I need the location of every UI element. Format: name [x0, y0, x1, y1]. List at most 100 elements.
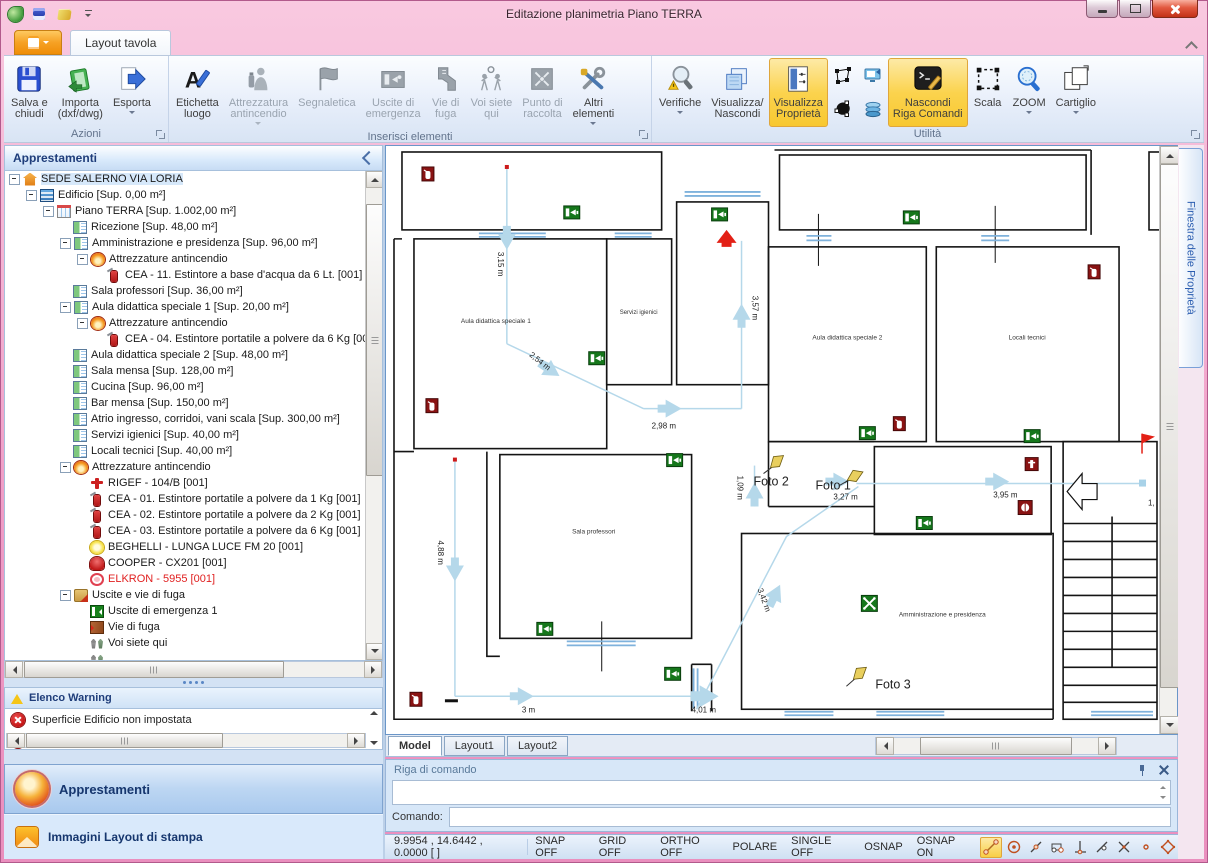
- scrollbar-thumb[interactable]: [24, 661, 284, 678]
- scrollbar-thumb[interactable]: [26, 733, 223, 748]
- scrollbar-thumb[interactable]: [1160, 164, 1179, 688]
- osnap-midpoint-icon[interactable]: [1026, 838, 1046, 857]
- osnap-perpendicular-icon[interactable]: [1070, 838, 1090, 857]
- tree-item[interactable]: Voi siete qui: [5, 635, 382, 651]
- tab-layout-tavola[interactable]: Layout tavola: [70, 30, 171, 55]
- zoom-button[interactable]: ZOOM: [1008, 58, 1051, 127]
- collapse-panel-icon[interactable]: [362, 151, 376, 165]
- osnap-point-icon[interactable]: [1136, 838, 1156, 857]
- ortho-toggle[interactable]: ORTHO OFF: [653, 839, 725, 855]
- tree-item[interactable]: Locali tecnici [Sup. 40,00 m²]: [5, 443, 382, 459]
- exit-direction-arrow[interactable]: [1067, 474, 1097, 510]
- warning-horizontal-scrollbar[interactable]: [6, 733, 366, 748]
- tree-item[interactable]: CEA - 03. Estintore portatile a polvere …: [5, 523, 382, 539]
- osnap-tangent-icon[interactable]: [1092, 838, 1112, 857]
- warning-panel-header[interactable]: Elenco Warning: [4, 687, 383, 709]
- osnap-quadrant-icon[interactable]: [1158, 838, 1178, 857]
- nav-apprestamenti-button[interactable]: Apprestamenti: [4, 764, 383, 814]
- tree-expander[interactable]: [26, 190, 37, 201]
- vie-di-fuga-button[interactable]: Vie di fuga: [426, 58, 466, 130]
- altri-elementi-button[interactable]: Altri elementi: [568, 58, 620, 130]
- tree-expander[interactable]: [60, 590, 71, 601]
- snap-toggle[interactable]: SNAP OFF: [528, 839, 591, 855]
- lasso-select-button[interactable]: [831, 97, 855, 121]
- floor-plan-svg[interactable]: Aula didattica speciale 1 Servizi igieni…: [386, 146, 1159, 734]
- tree-item[interactable]: Amministrazione e presidenza [Sup. 96,00…: [5, 235, 382, 251]
- tree-item[interactable]: Attrezzature antincendio: [5, 459, 382, 475]
- room-labels[interactable]: Aula didattica speciale 1 Servizi igieni…: [461, 310, 1046, 619]
- tree-expander[interactable]: [60, 302, 71, 313]
- canvas-vertical-scrollbar[interactable]: [1159, 146, 1177, 734]
- tree-horizontal-scrollbar[interactable]: [4, 661, 383, 678]
- hydrant-icons[interactable]: [1018, 458, 1038, 515]
- polar-toggle[interactable]: POLARE: [726, 839, 785, 855]
- nav-immagini-layout-button[interactable]: Immagini Layout di stampa: [4, 814, 383, 859]
- panel-splitter[interactable]: [4, 678, 383, 687]
- tree-item[interactable]: SEDE SALERNO VIA LORIA: [5, 171, 382, 187]
- osnap-node-icon[interactable]: [1048, 838, 1068, 857]
- tree-item[interactable]: Cucina [Sup. 96,00 m²]: [5, 379, 382, 395]
- tree-expander[interactable]: [60, 462, 71, 473]
- assembly-point-icon[interactable]: [861, 595, 877, 611]
- etichetta-luogo-button[interactable]: A Etichetta luogo: [171, 58, 224, 130]
- tree-item[interactable]: Sala mensa [Sup. 128,00 m²]: [5, 363, 382, 379]
- importa-button[interactable]: Importa (dxf/dwg): [53, 58, 108, 127]
- tree-item[interactable]: Ricezione [Sup. 48,00 m²]: [5, 219, 382, 235]
- single-toggle[interactable]: SINGLE OFF: [784, 839, 857, 855]
- salva-e-chiudi-button[interactable]: Salva e chiudi: [6, 58, 53, 127]
- pin-icon[interactable]: [1136, 764, 1148, 776]
- tree-item[interactable]: Servizi igienici [Sup. 40,00 m²]: [5, 427, 382, 443]
- tree-item[interactable]: Attrezzature antincendio: [5, 315, 382, 331]
- osnap-endpoint-icon[interactable]: [980, 837, 1002, 858]
- nascondi-riga-comandi-button[interactable]: Nascondi Riga Comandi: [888, 58, 968, 127]
- close-icon[interactable]: [1158, 764, 1169, 775]
- attrezzatura-antincendio-button[interactable]: Attrezzatura antincendio: [224, 58, 293, 130]
- red-roof-marker[interactable]: [717, 230, 737, 247]
- tree-item[interactable]: Bar mensa [Sup. 150,00 m²]: [5, 395, 382, 411]
- tree-item[interactable]: CEA - 11. Estintore a base d'acqua da 6 …: [5, 267, 382, 283]
- esporta-button[interactable]: Esporta: [108, 58, 156, 127]
- exit-sign-icons[interactable]: [537, 206, 1040, 680]
- tree-item[interactable]: COOPER - CX201 [001]: [5, 555, 382, 571]
- drawing-canvas[interactable]: Aula didattica speciale 1 Servizi igieni…: [385, 145, 1178, 735]
- command-history-box[interactable]: [392, 780, 1171, 805]
- route-start-dot[interactable]: [453, 458, 457, 462]
- maximize-button[interactable]: [1119, 0, 1151, 18]
- segnaletica-button[interactable]: Segnaletica: [293, 58, 361, 130]
- tree-item[interactable]: Edificio [Sup. 0,00 m²]: [5, 187, 382, 203]
- tree-item[interactable]: CEA - 02. Estintore portatile a polvere …: [5, 507, 382, 523]
- scala-button[interactable]: Scala: [968, 58, 1008, 127]
- tree-item[interactable]: Uscite di emergenza 1: [5, 603, 382, 619]
- tab-layout1[interactable]: Layout1: [444, 736, 505, 756]
- route-start-dot[interactable]: [505, 165, 509, 169]
- punto-di-raccolta-button[interactable]: Punto di raccolta: [517, 58, 567, 130]
- screen-view-button[interactable]: [861, 64, 885, 88]
- tree-item[interactable]: RIGEF - 104/B [001]: [5, 475, 382, 491]
- verifiche-button[interactable]: Verifiche: [654, 58, 706, 127]
- osnap-center-icon[interactable]: [1004, 838, 1024, 857]
- warning-item[interactable]: Superficie Edificio non impostata: [5, 709, 382, 731]
- scrollbar-thumb[interactable]: [920, 737, 1072, 755]
- scrollbar-thumb[interactable]: [366, 204, 383, 476]
- tree-item[interactable]: Sala professori [Sup. 36,00 m²]: [5, 283, 382, 299]
- apprestamenti-tree[interactable]: SEDE SALERNO VIA LORIA Edificio [Sup. 0,…: [4, 171, 383, 661]
- visualizza-proprieta-button[interactable]: Visualizza Proprietà: [769, 58, 828, 127]
- command-history-scroll[interactable]: [1157, 783, 1168, 802]
- osnap-intersection-icon[interactable]: [1114, 838, 1134, 857]
- tree-vertical-scrollbar[interactable]: [365, 171, 382, 660]
- tab-layout2[interactable]: Layout2: [507, 736, 568, 756]
- dialog-launcher-icon[interactable]: [638, 129, 649, 140]
- route-end-square[interactable]: [1139, 480, 1146, 487]
- voi-siete-qui-button[interactable]: Voi siete qui: [466, 58, 518, 130]
- tree-item[interactable]: Attrezzature antincendio: [5, 251, 382, 267]
- minimize-button[interactable]: [1086, 0, 1118, 18]
- warning-list[interactable]: Superficie Edificio non impostata Verifi…: [4, 709, 383, 750]
- tree-item[interactable]: Atrio ingresso, corridoi, vani scala [Su…: [5, 411, 382, 427]
- tree-expander[interactable]: [77, 318, 88, 329]
- osnap-on-toggle[interactable]: OSNAP ON: [910, 839, 976, 855]
- close-button[interactable]: [1152, 0, 1198, 18]
- tree-expander[interactable]: [9, 174, 20, 185]
- visualizza-nascondi-button[interactable]: Visualizza/ Nascondi: [706, 58, 768, 127]
- tree-item[interactable]: ELKRON - 5955 [001]: [5, 571, 382, 587]
- command-input[interactable]: [449, 807, 1171, 827]
